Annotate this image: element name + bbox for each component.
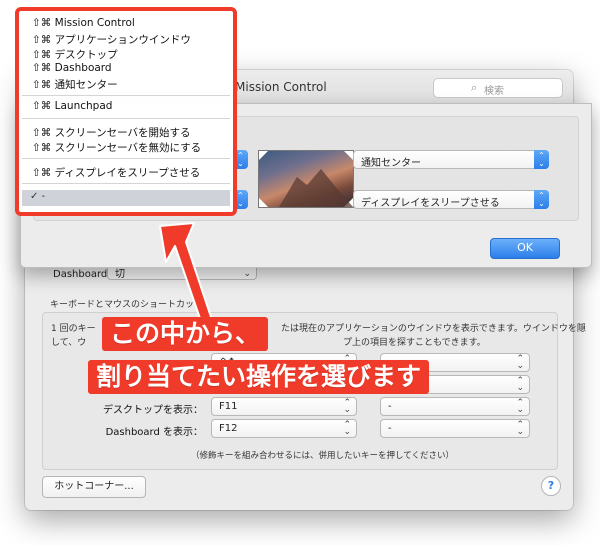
arrow-shape — [159, 222, 215, 331]
callout-line2: 割り当てたい操作を選びます — [88, 360, 430, 394]
annotation-arrow — [159, 222, 215, 331]
callout-line1: この中から、 — [102, 317, 269, 351]
